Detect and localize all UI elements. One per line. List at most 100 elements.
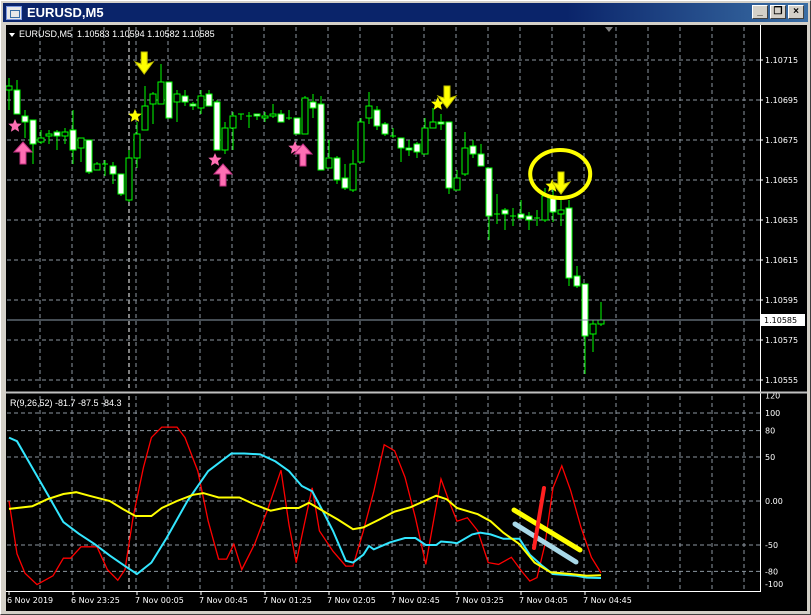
candle (253, 113, 261, 120)
candle-body-bearish (29, 119, 37, 145)
candle (381, 122, 389, 136)
indicator-axis-label: 80 (765, 427, 775, 436)
price-axis-label: 1.10595 (765, 296, 798, 305)
candle (565, 200, 573, 286)
candle-body-bearish (109, 165, 117, 175)
close-button[interactable]: × (788, 5, 804, 19)
time-axis-label: 7 Nov 02:05 (327, 596, 376, 605)
candle (238, 113, 244, 120)
candle-body-bearish (373, 109, 381, 127)
indicator-axis-label: 100 (765, 409, 780, 418)
candle (357, 118, 365, 163)
candle-body-bearish (445, 121, 453, 189)
price-chart-area[interactable]: 1.10715 1.10695 1.10675 1.10655 1.10635 1.106… (6, 25, 807, 611)
collapse-triangle-icon[interactable] (9, 32, 15, 37)
candle (21, 110, 29, 138)
minimize-button[interactable]: _ (752, 5, 768, 19)
restore-button[interactable]: ❐ (770, 5, 786, 19)
candle (421, 118, 429, 155)
indicator-axis-label: -100 (765, 580, 783, 589)
candle-body-bullish (269, 113, 277, 117)
candle-body-bearish (413, 143, 421, 153)
candle-body-bullish (6, 85, 13, 91)
indicator-header: R(9,26,52) -81.7 -87.5 -84.3 (10, 398, 122, 408)
candle-body-bearish (437, 121, 445, 125)
candle-body-bullish (61, 131, 69, 137)
candle-body-bearish (205, 93, 213, 107)
time-axis-label: 7 Nov 00:45 (199, 596, 248, 605)
candle (373, 106, 381, 130)
price-axis-label: 1.10655 (765, 176, 798, 185)
candle (141, 86, 149, 131)
candle-body-bullish (541, 195, 549, 221)
title-bar[interactable]: EURUSD,M5 _ ❐ × (3, 3, 808, 22)
indicator-line-medium (8, 436, 602, 579)
ohlc-values: 1.10583 1.10594 1.10582 1.10585 (77, 29, 215, 39)
candle (29, 119, 37, 164)
candle (461, 132, 469, 176)
candle-body-bullish (77, 137, 85, 149)
candle-body-bullish (173, 93, 181, 103)
candle (477, 144, 485, 167)
candle (125, 150, 133, 202)
candle (77, 137, 85, 162)
candle-body-bullish (261, 115, 269, 119)
candle-body-bullish (93, 163, 101, 171)
candle (117, 173, 125, 196)
chart-header: EURUSD,M5 1.10583 1.10594 1.10582 1.1058… (9, 29, 215, 39)
candle (157, 64, 165, 105)
candle (333, 156, 341, 184)
candle-body-bullish (325, 157, 333, 169)
candle (301, 96, 309, 135)
candle (197, 90, 205, 114)
time-axis-label: 7 Nov 01:25 (263, 596, 312, 605)
candle-body-bullish (149, 93, 157, 105)
candle-body-bearish (317, 103, 325, 171)
price-axis-label: 1.10695 (765, 96, 798, 105)
candle-body-bearish (581, 283, 589, 337)
candle-body-bearish (525, 215, 533, 221)
candle (325, 140, 333, 169)
candle (437, 114, 445, 130)
candle-body-bearish (21, 115, 29, 123)
indicator-axis-label: -80 (765, 567, 778, 576)
candle (165, 81, 173, 119)
candle-body-bearish (85, 139, 93, 173)
time-axis-label: 6 Nov 2019 (7, 596, 53, 605)
candle-body-bullish (197, 95, 205, 109)
time-axis-label: 7 Nov 04:45 (583, 596, 632, 605)
chart-window: EURUSD,M5 _ ❐ × 1.10715 1.10695 1.10675 1.1… (0, 0, 811, 615)
candle-body-bullish (301, 97, 309, 135)
candle (102, 160, 108, 176)
candle (181, 90, 189, 106)
time-axis-label: 7 Nov 03:25 (455, 596, 504, 605)
candle (93, 162, 101, 171)
candle (597, 302, 605, 326)
candle (517, 200, 525, 219)
candle-body-bearish (469, 145, 477, 155)
price-axis-label: 1.10635 (765, 216, 798, 225)
candle-body-bearish (405, 147, 413, 151)
candle-body-bullish (141, 105, 149, 131)
candle (213, 100, 221, 151)
price-axis-label: 1.10555 (765, 376, 798, 385)
indicator-axis-label: -50 (765, 541, 778, 550)
candle-body-bearish (69, 129, 77, 151)
candle (349, 150, 357, 192)
candle (229, 112, 237, 150)
candle-body-bearish (213, 101, 221, 151)
candle-body-bearish (485, 167, 493, 217)
candle (557, 200, 565, 226)
candle (149, 92, 157, 124)
candle-body-bullish (229, 115, 237, 129)
chart-canvas[interactable]: 1.10715 1.10695 1.10675 1.10655 1.10635 1.106… (6, 25, 807, 611)
buy-arrow-up-icon (212, 163, 234, 187)
candle-body-bearish (253, 113, 261, 117)
time-axis-label: 6 Nov 23:25 (71, 596, 120, 605)
candle-body-bearish (13, 89, 21, 115)
candle (469, 140, 477, 158)
candle (13, 80, 21, 115)
candle-body-bearish (397, 137, 405, 149)
chart-window-icon (6, 5, 22, 20)
candle (69, 110, 77, 164)
